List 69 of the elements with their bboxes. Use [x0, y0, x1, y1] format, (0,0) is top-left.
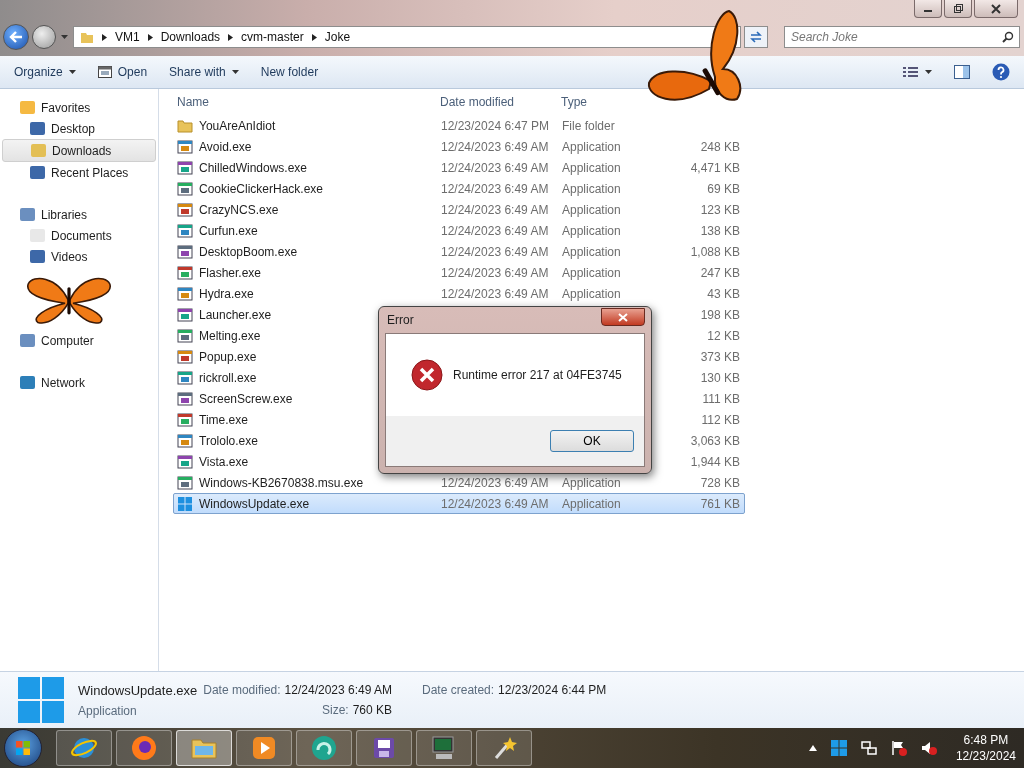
type-cell-text: Application	[561, 475, 622, 490]
date-cell-text: 12/24/2023 6:49 AM	[440, 139, 550, 154]
size-cell-text: 43 KB	[706, 286, 741, 301]
file-name: Popup.exe	[199, 349, 257, 364]
date-cell-text: 12/24/2023 6:49 AM	[440, 496, 550, 511]
type-cell-text: Application	[561, 265, 622, 280]
size-cell-text: 247 KB	[699, 265, 741, 280]
size-cell-text: 69 KB	[706, 181, 741, 196]
field-label: Size:	[321, 703, 349, 717]
field-value: 12/23/2024 6:44 PM	[498, 683, 607, 697]
size-cell-text: 12 KB	[706, 328, 741, 343]
field-label: Date created:	[422, 683, 495, 697]
size-cell-text: 111 KB	[701, 391, 741, 406]
type-cell-text: Application	[561, 160, 622, 175]
file-name: Time.exe	[199, 412, 248, 427]
type-cell-text: Application	[561, 139, 622, 154]
date-cell-text: 12/23/2024 6:47 PM	[440, 118, 551, 133]
file-name: ScreenScrew.exe	[199, 391, 293, 406]
file-name: Windows-KB2670838.msu.exe	[199, 475, 364, 490]
date-cell-text: 12/24/2023 6:49 AM	[440, 265, 550, 280]
file-name: Flasher.exe	[199, 265, 262, 280]
size-cell-text: 3,063 KB	[689, 433, 741, 448]
size-cell-text: 1,088 KB	[689, 244, 741, 259]
type-cell-text: Application	[561, 223, 622, 238]
field-label: Date modified:	[203, 683, 281, 697]
file-name: WindowsUpdate.exe	[199, 496, 310, 511]
file-name: ChilledWindows.exe	[199, 160, 308, 175]
size-cell-text: 130 KB	[699, 370, 741, 385]
size-cell-text: 728 KB	[699, 475, 741, 490]
size-cell-text: 138 KB	[699, 223, 741, 238]
file-name: CrazyNCS.exe	[199, 202, 279, 217]
size-cell-text: 761 KB	[699, 496, 741, 511]
date-cell-text: 12/24/2023 6:49 AM	[440, 181, 550, 196]
error-message: Runtime error 217 at 04FE3745	[453, 368, 622, 382]
date-cell-text: 12/24/2023 6:49 AM	[440, 286, 550, 301]
size-cell-text: 248 KB	[699, 139, 741, 154]
size-cell-text: 373 KB	[699, 349, 741, 364]
size-cell-text: 198 KB	[699, 307, 741, 322]
file-name: DesktopBoom.exe	[199, 244, 298, 259]
date-cell-text: 12/24/2023 6:49 AM	[440, 244, 550, 259]
file-name: YouAreAnIdiot	[199, 118, 276, 133]
file-name: Vista.exe	[199, 454, 249, 469]
type-cell-text: Application	[561, 202, 622, 217]
size-cell-text: 112 KB	[700, 412, 741, 427]
size-cell-text: 1,944 KB	[689, 454, 741, 469]
file-name: Curfun.exe	[199, 223, 258, 238]
size-cell-text: 4,471 KB	[689, 160, 741, 175]
file-name: WindowsUpdate.exe	[78, 682, 198, 698]
file-name: Trololo.exe	[199, 433, 258, 448]
file-name: Hydra.exe	[199, 286, 254, 301]
type-cell-text: Application	[561, 496, 622, 511]
date-cell-text: 12/24/2023 6:49 AM	[440, 475, 550, 490]
date-cell-text: 12/24/2023 6:49 AM	[440, 160, 550, 175]
type-cell-text: Application	[561, 286, 622, 301]
type-cell-text: File folder	[561, 118, 616, 133]
size-cell-text: 123 KB	[699, 202, 741, 217]
field-value: 760 KB	[352, 703, 393, 717]
field-value: 12/24/2023 6:49 AM	[284, 683, 393, 697]
date-cell-text: 12/24/2023 6:49 AM	[440, 202, 550, 217]
file-name: Launcher.exe	[199, 307, 272, 322]
type-cell-text: Application	[561, 244, 622, 259]
file-name: CookieClickerHack.exe	[199, 181, 324, 196]
file-name: Melting.exe	[199, 328, 261, 343]
date-cell-text: 12/24/2023 6:49 AM	[440, 223, 550, 238]
file-type: Application	[78, 703, 138, 718]
file-name: rickroll.exe	[199, 370, 257, 385]
file-name: Avoid.exe	[199, 139, 252, 154]
type-cell-text: Application	[561, 181, 622, 196]
dialog-title: Error	[387, 313, 414, 327]
